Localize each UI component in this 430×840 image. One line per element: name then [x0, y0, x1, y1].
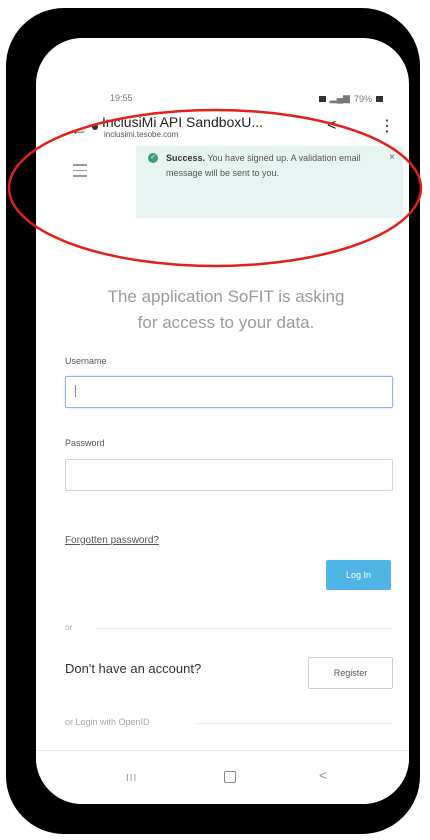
page-title[interactable]: InclusiMi API SandboxU... — [102, 114, 277, 130]
close-icon[interactable]: × — [389, 150, 395, 165]
openid-divider-line — [196, 723, 392, 724]
forgot-password-link[interactable]: Forgotten password? — [65, 535, 159, 546]
alert-text: Success. You have signed up. A validatio… — [166, 151, 386, 181]
battery-icon — [376, 95, 383, 102]
phone-screen: 19:55 ▂▄▆ 79% ← InclusiMi API SandboxU..… — [36, 38, 409, 804]
success-check-icon: ✓ — [148, 153, 158, 163]
site-security-icon[interactable] — [92, 124, 98, 130]
status-time: 19:55 — [110, 93, 133, 103]
browser-toolbar: ← InclusiMi API SandboxU... inclusimi.te… — [36, 108, 409, 144]
share-icon[interactable]: < — [327, 117, 336, 135]
home-icon[interactable] — [224, 771, 236, 783]
text-caret — [75, 385, 76, 397]
openid-login-label: or Login with OpenID — [65, 717, 150, 727]
page-url[interactable]: inclusimi.tesobe.com — [104, 130, 178, 139]
divider-line — [96, 628, 392, 629]
heading-line-2: for access to your data. — [137, 313, 315, 332]
signal-icon: ▂▄▆ — [329, 93, 350, 103]
success-alert: ✓ Success. You have signed up. A validat… — [136, 146, 403, 218]
notification-icon — [318, 95, 326, 102]
login-button[interactable]: Log In — [326, 560, 391, 590]
username-input[interactable] — [65, 376, 393, 408]
back-arrow-icon[interactable]: ← — [70, 120, 88, 138]
password-label: Password — [65, 438, 105, 448]
phone-frame: 19:55 ▂▄▆ 79% ← InclusiMi API SandboxU..… — [6, 8, 420, 834]
recents-icon[interactable]: III — [126, 773, 137, 784]
battery-level: 79% — [353, 93, 372, 104]
alert-status-word: Success. — [166, 153, 206, 163]
no-account-prompt: Don't have an account? — [65, 661, 202, 676]
page-heading: The application SoFIT is asking for acce… — [56, 284, 396, 336]
password-input[interactable] — [65, 459, 393, 491]
overflow-menu-icon[interactable]: ⋮ — [379, 116, 395, 136]
register-button[interactable]: Register — [308, 657, 393, 689]
or-divider-label: or — [65, 623, 73, 632]
hamburger-icon[interactable] — [73, 164, 87, 181]
status-bar: 19:55 ▂▄▆ 79% — [36, 91, 409, 107]
status-icons: ▂▄▆ 79% — [318, 93, 383, 104]
android-nav-bar: III < — [36, 750, 409, 804]
username-label: Username — [65, 356, 107, 366]
nav-back-icon[interactable]: < — [319, 767, 327, 783]
heading-line-1: The application SoFIT is asking — [107, 287, 345, 306]
